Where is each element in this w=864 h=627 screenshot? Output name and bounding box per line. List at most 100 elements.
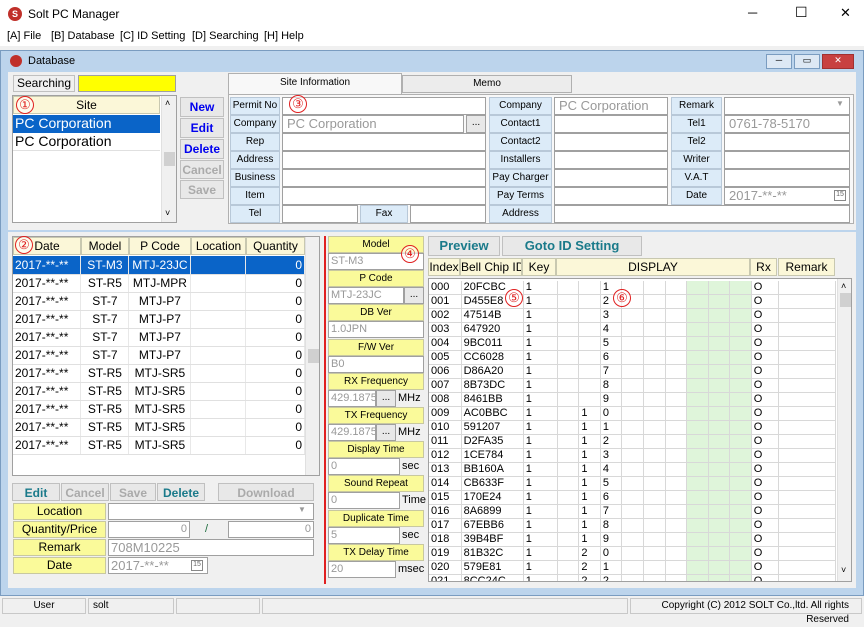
cell-display-digit[interactable]: 9: [600, 532, 623, 548]
minimize-button[interactable]: ─: [748, 5, 757, 20]
cell-display-digit[interactable]: [686, 476, 709, 492]
cell-display-digit[interactable]: [557, 504, 580, 520]
column-header-rx[interactable]: Rx: [750, 258, 777, 276]
cell-remark[interactable]: [778, 434, 837, 450]
cell-display-digit[interactable]: 4: [600, 322, 623, 338]
cell-remark[interactable]: [778, 420, 837, 436]
cell-display-digit[interactable]: [686, 336, 709, 352]
cell-display-digit[interactable]: [643, 350, 666, 366]
cell-display-digit[interactable]: 1: [578, 532, 601, 548]
cell-display-digit[interactable]: [686, 532, 709, 548]
tx-delay-time-field[interactable]: 20: [328, 560, 396, 578]
tel-field[interactable]: [282, 205, 358, 223]
cell-display-digit[interactable]: [643, 490, 666, 506]
cell-bell-chip-id[interactable]: BB160A: [461, 462, 524, 478]
cell-remark[interactable]: [778, 504, 837, 520]
cell-display-digit[interactable]: [729, 448, 752, 464]
cell-display-digit[interactable]: [578, 378, 601, 394]
device-edit-button[interactable]: Edit: [12, 483, 60, 501]
tx-frequency-browse-button[interactable]: ...: [376, 424, 396, 441]
cell-display-digit[interactable]: [708, 476, 731, 492]
cell-display-digit[interactable]: [686, 462, 709, 478]
cell-display-digit[interactable]: [557, 546, 580, 562]
cell-display-digit[interactable]: [643, 574, 666, 581]
cell-bell-chip-id[interactable]: 170E24: [461, 490, 524, 506]
cell-display-digit[interactable]: [686, 434, 709, 450]
table-row[interactable]: 2017-**-** ST-R5 MTJ-MPR 0: [13, 274, 305, 293]
cell-display-digit[interactable]: 1: [578, 476, 601, 492]
cell-display-digit[interactable]: 0: [600, 406, 623, 422]
middle-installers-field[interactable]: [554, 151, 668, 169]
chevron-down-icon[interactable]: ▼: [836, 99, 844, 108]
cell-remark[interactable]: [778, 308, 837, 324]
cell-display-digit[interactable]: [729, 392, 752, 408]
cell-display-digit[interactable]: [708, 322, 731, 338]
cell-display-digit[interactable]: [621, 420, 644, 436]
delete-button[interactable]: Delete: [180, 139, 224, 159]
cell-display-digit[interactable]: [643, 420, 666, 436]
cell-display-digit[interactable]: [729, 462, 752, 478]
cell-display-digit[interactable]: [708, 574, 731, 581]
cell-display-digit[interactable]: [621, 546, 644, 562]
cell-remark[interactable]: [778, 364, 837, 380]
cell-display-digit[interactable]: 1: [578, 462, 601, 478]
cell-display-digit[interactable]: 7: [600, 504, 623, 520]
cell-display-digit[interactable]: [665, 476, 688, 492]
cell-display-digit[interactable]: [643, 560, 666, 576]
cell-display-digit[interactable]: [729, 378, 752, 394]
cell-display-digit[interactable]: [729, 490, 752, 506]
cell-display-digit[interactable]: [729, 350, 752, 366]
cell-display-digit[interactable]: [686, 350, 709, 366]
location-select[interactable]: [108, 503, 314, 520]
cell-display-digit[interactable]: [665, 392, 688, 408]
rx-frequency-browse-button[interactable]: ...: [376, 389, 396, 407]
table-row[interactable]: 002 47514B 1 3 O: [429, 308, 837, 324]
cell-display-digit[interactable]: [621, 504, 644, 520]
cell-display-digit[interactable]: [729, 322, 752, 338]
column-header-display[interactable]: DISPLAY: [556, 258, 750, 276]
cell-display-digit[interactable]: [578, 350, 601, 366]
menu-file[interactable]: [A] File: [7, 30, 41, 42]
cell-display-digit[interactable]: [557, 294, 580, 310]
cell-display-digit[interactable]: [621, 350, 644, 366]
cell-display-digit[interactable]: [643, 448, 666, 464]
company-field[interactable]: PC Corporation: [282, 115, 464, 133]
cell-bell-chip-id[interactable]: AC0BBC: [461, 406, 524, 422]
duplicate-time-field[interactable]: 5: [328, 526, 400, 544]
display-time-field[interactable]: 0: [328, 458, 400, 476]
cell-display-digit[interactable]: [665, 490, 688, 506]
cell-display-digit[interactable]: [665, 294, 688, 310]
cell-bell-chip-id[interactable]: 579E81: [461, 560, 524, 576]
tel2-field[interactable]: [724, 133, 850, 151]
cell-display-digit[interactable]: [686, 406, 709, 422]
fax-field[interactable]: [410, 205, 486, 223]
table-row[interactable]: 012 1CE784 1 1 3 O: [429, 448, 837, 464]
cell-display-digit[interactable]: 8: [600, 378, 623, 394]
site-column-header[interactable]: Site: [13, 96, 160, 114]
cell-display-digit[interactable]: [665, 336, 688, 352]
cell-display-digit[interactable]: 1: [600, 420, 623, 436]
cell-display-digit[interactable]: [686, 281, 709, 296]
table-row[interactable]: 016 8A6899 1 1 7 O: [429, 504, 837, 520]
cell-display-digit[interactable]: [665, 434, 688, 450]
cell-remark[interactable]: [778, 546, 837, 562]
cell-display-digit[interactable]: [686, 364, 709, 380]
table-row[interactable]: 2017-**-** ST-R5 MTJ-SR5 0: [13, 436, 305, 455]
cell-display-digit[interactable]: [665, 448, 688, 464]
cell-display-digit[interactable]: 1: [578, 504, 601, 520]
column-header-quantity[interactable]: Quantity: [246, 237, 305, 255]
site-list-scrollbar[interactable]: ˄ ˅: [161, 96, 176, 222]
cell-display-digit[interactable]: 5: [600, 476, 623, 492]
close-button[interactable]: ✕: [840, 5, 851, 21]
cell-display-digit[interactable]: [643, 476, 666, 492]
table-row[interactable]: 010 591207 1 1 1 O: [429, 420, 837, 436]
cell-display-digit[interactable]: [621, 462, 644, 478]
cell-display-digit[interactable]: [665, 350, 688, 366]
cell-display-digit[interactable]: [665, 322, 688, 338]
table-row[interactable]: 021 8CC24C 1 2 2 O: [429, 574, 837, 581]
cell-display-digit[interactable]: [686, 574, 709, 581]
cell-display-digit[interactable]: [729, 364, 752, 380]
cell-display-digit[interactable]: [557, 406, 580, 422]
cell-display-digit[interactable]: 3: [600, 308, 623, 324]
column-header-key[interactable]: Key: [522, 258, 556, 276]
